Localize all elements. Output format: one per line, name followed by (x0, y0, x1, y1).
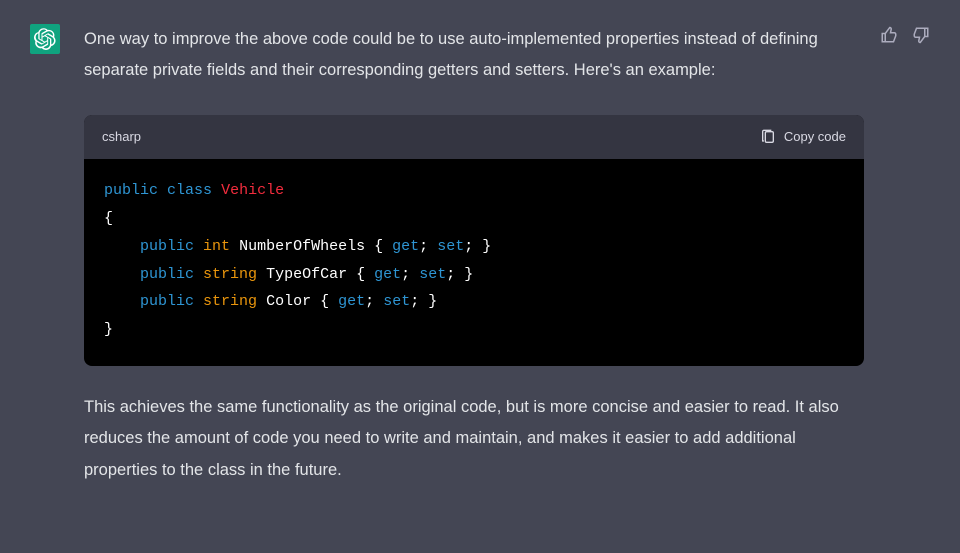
thumbs-down-icon (912, 26, 930, 44)
code-language-label: csharp (102, 125, 141, 150)
code-header: csharp Copy code (84, 115, 864, 160)
assistant-message: One way to improve the above code could … (0, 0, 960, 510)
copy-code-label: Copy code (784, 125, 846, 150)
clipboard-icon (760, 129, 776, 145)
copy-code-button[interactable]: Copy code (760, 125, 846, 150)
openai-logo-icon (34, 28, 56, 50)
code-block: csharp Copy code public class Vehicle { … (84, 115, 864, 366)
message-content: One way to improve the above code could … (84, 24, 864, 486)
outro-paragraph: This achieves the same functionality as … (84, 392, 864, 486)
thumbs-up-button[interactable] (880, 26, 898, 44)
code-content: public class Vehicle { public int Number… (84, 159, 864, 366)
thumbs-down-button[interactable] (912, 26, 930, 44)
thumbs-up-icon (880, 26, 898, 44)
feedback-buttons (880, 26, 930, 44)
intro-paragraph: One way to improve the above code could … (84, 24, 864, 87)
assistant-avatar (30, 24, 60, 54)
